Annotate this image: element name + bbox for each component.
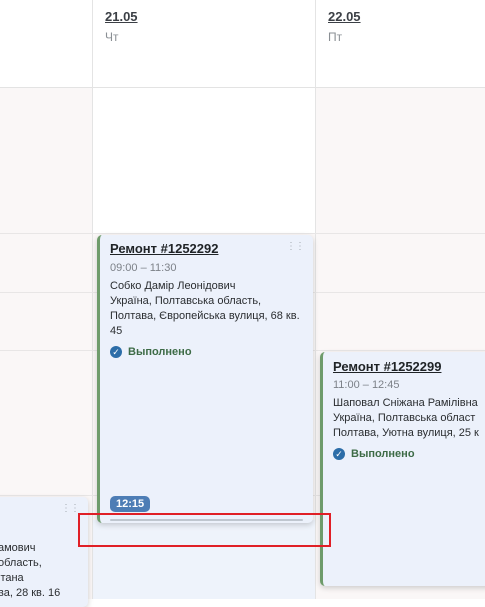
check-circle-icon: ✓: [333, 448, 345, 460]
event-line: амович: [0, 542, 36, 554]
event-client-name: Собко Дамір Леонідович: [110, 280, 236, 292]
calendar-header: 21.05 Чт 22.05 Пт: [0, 0, 485, 88]
event-address: Україна, Полтавська область, Полтава, Єв…: [110, 295, 300, 337]
grid-hline: [0, 233, 485, 234]
grid-vline: [92, 0, 93, 599]
column-day-friday: Пт: [328, 30, 343, 44]
drag-dots-icon[interactable]: ⋮⋮: [286, 241, 305, 252]
status-label: Выполнено: [128, 346, 192, 358]
grid-vline: [315, 0, 316, 599]
check-circle-icon: ✓: [110, 346, 122, 358]
event-client: Собко Дамір Леонідович Україна, Полтавсь…: [110, 279, 300, 339]
event-client: Шаповал Сніжана Рамілівна Україна, Полта…: [333, 396, 485, 441]
event-card[interactable]: Ремонт #1252292 ⋮⋮ 09:00 – 11:30 Собко Д…: [97, 235, 313, 523]
event-address: Україна, Полтавська област Полтава, Уютн…: [333, 412, 479, 439]
event-line: ітана: [0, 572, 24, 584]
column-date-friday[interactable]: 22.05: [328, 9, 361, 24]
event-line: область,: [0, 557, 42, 569]
event-time: 09:00 – 11:30: [110, 262, 177, 274]
event-client-name: Шаповал Сніжана Рамілівна: [333, 397, 478, 409]
drag-dots-icon[interactable]: ⋮⋮: [61, 503, 80, 514]
column-date-thursday[interactable]: 21.05: [105, 9, 138, 24]
column-day-thursday: Чт: [105, 30, 119, 44]
event-title[interactable]: Ремонт #1252299: [333, 359, 441, 374]
event-client: амович область, ітана ва, 28 кв. 16: [0, 541, 88, 601]
event-title[interactable]: Ремонт #1252292: [110, 241, 218, 256]
event-card[interactable]: ⋮⋮ амович область, ітана ва, 28 кв. 16: [0, 497, 88, 607]
drag-time-badge: 12:15: [110, 496, 151, 512]
highlight-box: [78, 513, 331, 547]
event-card[interactable]: Ремонт #1252299 11:00 – 12:45 Шаповал Сн…: [320, 352, 485, 586]
status-label: Выполнено: [351, 448, 415, 460]
event-time: 11:00 – 12:45: [333, 379, 400, 391]
